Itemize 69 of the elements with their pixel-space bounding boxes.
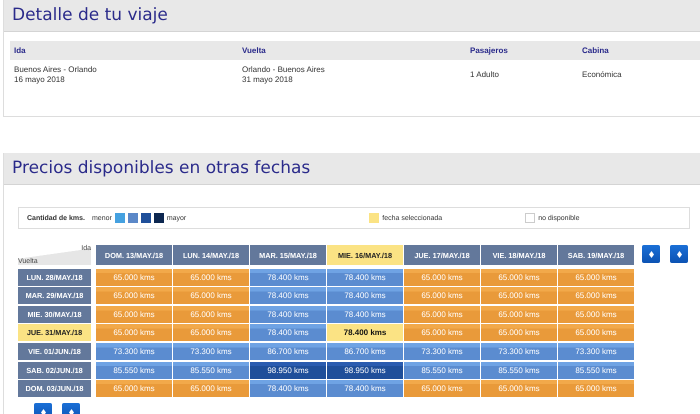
price-cell[interactable]: 65.000 kms bbox=[96, 268, 172, 286]
column-header: Ida bbox=[10, 41, 238, 60]
diamond-icon bbox=[40, 408, 46, 414]
price-cell[interactable]: 65.000 kms bbox=[173, 287, 249, 304]
price-cell[interactable]: 65.000 kms bbox=[558, 287, 634, 304]
price-cell[interactable]: 78.400 kms bbox=[250, 324, 326, 342]
price-cell[interactable]: 65.000 kms bbox=[558, 306, 634, 323]
price-cell[interactable]: 65.000 kms bbox=[173, 324, 249, 342]
diamond-icon bbox=[648, 250, 654, 258]
price-cell[interactable]: 65.000 kms bbox=[481, 380, 557, 398]
price-cell[interactable]: 65.000 kms bbox=[96, 306, 172, 323]
price-cell[interactable]: 98.950 kms bbox=[327, 362, 403, 379]
price-cell[interactable]: 73.300 kms bbox=[404, 342, 480, 360]
price-cell[interactable]: 65.000 kms bbox=[404, 287, 480, 304]
price-cell[interactable]: 86.700 kms bbox=[327, 342, 403, 360]
price-cell[interactable]: 65.000 kms bbox=[481, 287, 557, 304]
section-title: Precios disponibles en otras fechas bbox=[12, 158, 310, 178]
next-button[interactable] bbox=[670, 245, 688, 263]
column-header: Cabina bbox=[578, 41, 700, 60]
price-cell[interactable]: 78.400 kms bbox=[327, 324, 403, 342]
price-cell[interactable]: 65.000 kms bbox=[404, 306, 480, 323]
price-cell[interactable]: 73.300 kms bbox=[481, 342, 557, 360]
price-cell[interactable]: 65.000 kms bbox=[481, 324, 557, 342]
price-cell[interactable]: 65.000 kms bbox=[558, 324, 634, 342]
trip-detail-text: Económica bbox=[582, 70, 623, 80]
section-title: Detalle de tu viaje bbox=[12, 5, 168, 25]
price-cell[interactable]: 78.400 kms bbox=[250, 306, 326, 323]
price-cell[interactable]: 73.300 kms bbox=[173, 342, 249, 360]
price-cell[interactable]: 85.550 kms bbox=[96, 362, 172, 379]
price-cell[interactable]: 85.550 kms bbox=[481, 362, 557, 379]
price-cell[interactable]: 65.000 kms bbox=[481, 306, 557, 323]
price-cell[interactable]: 65.000 kms bbox=[96, 380, 172, 398]
price-cell[interactable]: 78.400 kms bbox=[327, 268, 403, 286]
trip-detail-text: Orlando - Buenos Aires bbox=[242, 65, 326, 75]
column-header: Vuelta bbox=[238, 41, 466, 60]
price-cell[interactable]: 65.000 kms bbox=[96, 287, 172, 304]
diamond-icon bbox=[676, 250, 682, 258]
legend-swatch bbox=[525, 213, 536, 223]
price-cell[interactable]: 65.000 kms bbox=[404, 324, 480, 342]
price-cell[interactable]: 78.400 kms bbox=[250, 287, 326, 304]
legend-swatch bbox=[369, 213, 380, 223]
price-cell[interactable]: 65.000 kms bbox=[558, 380, 634, 398]
price-cell[interactable]: 86.700 kms bbox=[250, 342, 326, 360]
price-cell[interactable]: 98.950 kms bbox=[250, 362, 326, 379]
price-cell[interactable]: 78.400 kms bbox=[327, 287, 403, 304]
price-cell[interactable]: 85.550 kms bbox=[173, 362, 249, 379]
price-cell[interactable]: 65.000 kms bbox=[404, 380, 480, 398]
column-header: Pasajeros bbox=[466, 41, 578, 60]
trip-detail-text: 16 mayo 2018 bbox=[14, 75, 66, 85]
price-cell[interactable]: 65.000 kms bbox=[173, 268, 249, 286]
price-cell[interactable]: 78.400 kms bbox=[327, 380, 403, 398]
diamond-icon bbox=[68, 408, 74, 414]
previous-button[interactable] bbox=[642, 245, 660, 263]
price-cell[interactable]: 65.000 kms bbox=[173, 380, 249, 398]
price-cell[interactable]: 78.400 kms bbox=[250, 380, 326, 398]
trip-detail-text: 1 Adulto bbox=[470, 70, 500, 80]
trip-detail-text: 31 mayo 2018 bbox=[242, 75, 294, 85]
price-cell[interactable]: 85.550 kms bbox=[404, 362, 480, 379]
price-cell[interactable]: 65.000 kms bbox=[558, 268, 634, 286]
price-cell[interactable]: 78.400 kms bbox=[327, 306, 403, 323]
price-cell[interactable]: 78.400 kms bbox=[250, 268, 326, 286]
price-cell[interactable]: 73.300 kms bbox=[558, 342, 634, 360]
price-cell[interactable]: 65.000 kms bbox=[481, 268, 557, 286]
trip-detail-text: Buenos Aires - Orlando bbox=[14, 65, 98, 75]
price-cell[interactable]: 65.000 kms bbox=[404, 268, 480, 286]
price-cell[interactable]: 73.300 kms bbox=[96, 342, 172, 360]
price-cell[interactable]: 65.000 kms bbox=[173, 306, 249, 323]
price-cell[interactable]: 65.000 kms bbox=[96, 324, 172, 342]
price-cell[interactable]: 85.550 kms bbox=[558, 362, 634, 379]
